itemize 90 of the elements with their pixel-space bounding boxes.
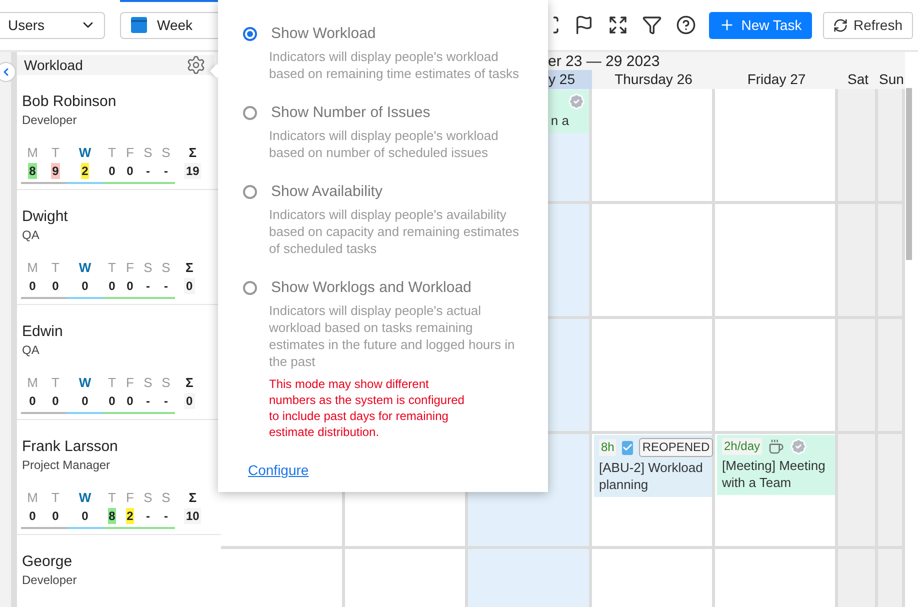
workload-value: 0 [126, 393, 134, 409]
workload-value: - [163, 393, 169, 409]
option-description: Indicators will display people's availability based on capacity and remaining estimates of scheduled tasks [269, 206, 520, 257]
workload-value: 0 [126, 278, 134, 294]
weekday-letter: F [126, 490, 134, 505]
weekday-letter: M [27, 145, 38, 160]
workload-title: Workload [24, 57, 83, 73]
person-role: QA [22, 228, 40, 242]
workload-value: 0 [80, 393, 90, 409]
workload-value: - [145, 508, 151, 524]
weekday-letter: T [108, 145, 116, 160]
workload-value: 2 [126, 508, 134, 524]
option-description: Indicators will display people's workload based on number of scheduled issues [269, 127, 500, 161]
person-role: Developer [22, 113, 78, 127]
workload-value: 0 [108, 278, 116, 294]
workload-value: 0 [28, 278, 37, 294]
workload-value: - [145, 393, 151, 409]
status-badge: REOPENED [639, 438, 713, 457]
sigma-symbol: Σ [185, 375, 194, 390]
warning-text: This mode may show different numbers as the system is configured to include past days for remaining estimate distribution. [269, 376, 466, 440]
day-header: Sun [878, 70, 905, 89]
weekday-letter: T [52, 260, 60, 275]
workload-value: - [163, 163, 169, 179]
workload-value: 0 [51, 393, 60, 409]
weekday-letter: W [78, 490, 92, 505]
workload-total: 0 [184, 393, 195, 409]
weekday-letter: W [78, 145, 92, 160]
workload-value: - [163, 508, 169, 524]
weekday-letter: T [108, 490, 116, 505]
weekday-letter: T [52, 375, 60, 390]
workload-value: - [145, 278, 151, 294]
day-header: Sat [846, 70, 870, 89]
workload-value: 0 [108, 163, 116, 179]
estimate-label: 8h [599, 439, 616, 456]
sigma-symbol: Σ [188, 145, 197, 160]
sigma-symbol: Σ [185, 260, 194, 275]
weekday-letter: S [144, 490, 152, 505]
weekday-letter: F [126, 260, 134, 275]
workload-value: 0 [126, 163, 134, 179]
weekday-letter: S [144, 375, 152, 390]
weekday-letter: S [162, 260, 170, 275]
weekday-letter: S [162, 375, 170, 390]
weekday-letter: M [27, 375, 38, 390]
task-title: n a [550, 112, 570, 129]
weekday-letter: T [108, 260, 116, 275]
weekday-letter: S [144, 260, 152, 275]
person-name: George [22, 553, 74, 570]
workload-value: 0 [51, 508, 60, 524]
weekday-letter: T [108, 375, 116, 390]
workload-value: 0 [51, 278, 60, 294]
weekday-letter: F [126, 145, 134, 160]
workload-value: 8 [28, 163, 37, 179]
weekday-letter: W [78, 375, 92, 390]
option-description: Indicators will display people's actual workload based on tasks remaining estimates in the future and logged hours in the past [269, 302, 516, 370]
weekday-letter: W [78, 260, 92, 275]
weekday-letter: T [52, 145, 60, 160]
sigma-symbol: Σ [188, 490, 197, 505]
weekday-letter: M [27, 260, 38, 275]
person-role: QA [22, 343, 40, 357]
workload-value: 8 [108, 508, 116, 524]
person-name: Bob Robinson [22, 93, 118, 110]
day-header: Friday 27 [746, 70, 807, 89]
date-range-label: er 23 — 29 2023 [548, 52, 660, 70]
weekday-letter: S [162, 490, 170, 505]
workload-total: 0 [184, 278, 195, 294]
person-role: Project Manager [22, 458, 112, 472]
workload-value: - [145, 163, 151, 179]
weekday-letter: M [27, 490, 38, 505]
weekday-letter: S [162, 145, 170, 160]
workload-value: 0 [108, 393, 116, 409]
day-header: Thursday 26 [614, 70, 694, 89]
weekday-letter: F [126, 375, 134, 390]
workload-value: - [163, 278, 169, 294]
weekday-letter: S [144, 145, 152, 160]
workload-value: 0 [80, 278, 90, 294]
workload-value: 0 [28, 508, 37, 524]
person-role: Developer [22, 573, 78, 587]
workload-value: 0 [80, 508, 90, 524]
person-name: Frank Larsson [22, 438, 119, 455]
task-title: [Meeting] Meeting with a Team [722, 457, 826, 491]
workload-value: 2 [80, 163, 90, 179]
estimate-label: 2h/day [722, 438, 762, 455]
task-title: [ABU-2] Workload planning [599, 459, 704, 493]
workload-value: 0 [28, 393, 37, 409]
weekday-letter: T [52, 490, 60, 505]
person-name: Edwin [22, 323, 64, 340]
person-name: Dwight [22, 208, 69, 225]
workload-total: 19 [184, 163, 202, 179]
workload-total: 10 [184, 508, 202, 524]
workload-value: 9 [51, 163, 60, 179]
